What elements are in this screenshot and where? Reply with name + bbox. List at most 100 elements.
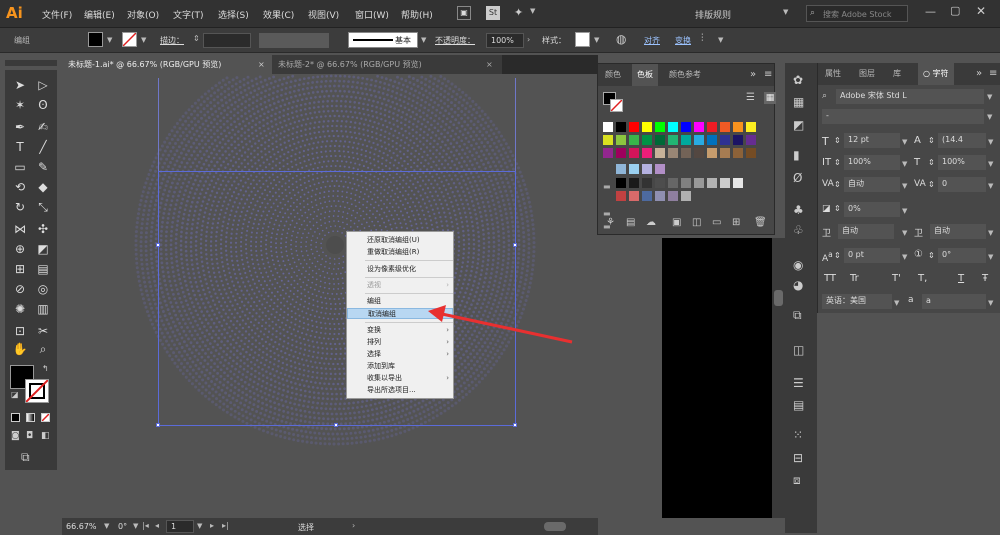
toolbar-grip[interactable]: [5, 60, 57, 66]
menu-type[interactable]: 文字(T): [173, 8, 204, 21]
aki-right-field[interactable]: 自动: [930, 224, 986, 239]
small-caps-button[interactable]: Tr: [850, 273, 859, 284]
swatch-kind-icon[interactable]: ▣: [672, 217, 681, 228]
color-swatch[interactable]: [733, 148, 743, 158]
rotation-value[interactable]: 0°: [118, 522, 127, 531]
close-icon[interactable]: ✕: [976, 4, 986, 18]
color-swatch[interactable]: [668, 122, 678, 132]
swatch-libraries-icon[interactable]: ⚘: [606, 217, 615, 228]
chevron-down-icon[interactable]: ▼: [894, 299, 899, 307]
color-swatch[interactable]: [629, 191, 639, 201]
chevron-down-icon[interactable]: ▼: [988, 299, 993, 307]
artboard-tool-icon[interactable]: ⊡: [11, 322, 29, 340]
live-paint-icon[interactable]: ◩: [34, 240, 52, 258]
stepper-icon[interactable]: ⇕: [834, 136, 841, 145]
symbols-clubs-icon[interactable]: ♧: [793, 223, 804, 237]
color-swatch[interactable]: [655, 122, 665, 132]
chevron-down-icon[interactable]: ▼: [104, 522, 109, 530]
swatches-panel-icon[interactable]: ▦: [793, 95, 804, 109]
color-swatch[interactable]: [694, 122, 704, 132]
recolor-icon[interactable]: ◍: [616, 32, 626, 46]
cloud-icon[interactable]: ☁: [646, 217, 656, 228]
line-tool-icon[interactable]: ╱: [34, 138, 52, 156]
dot-pattern-artwork[interactable]: [62, 74, 598, 518]
menu-effect[interactable]: 效果(C): [263, 8, 294, 21]
brush-definition[interactable]: 基本: [348, 32, 418, 48]
menu-item-add-to-library[interactable]: 添加到库: [347, 361, 453, 372]
all-caps-button[interactable]: TT: [824, 273, 836, 284]
color-swatch[interactable]: [746, 122, 756, 132]
close-tab-icon[interactable]: ×: [486, 55, 493, 74]
chevron-down-icon[interactable]: ▼: [902, 160, 907, 168]
menu-item-export-selection[interactable]: 导出所选项目...: [347, 385, 453, 396]
fill-swatch[interactable]: [88, 32, 103, 47]
new-swatch-icon[interactable]: ⊞: [732, 217, 740, 228]
color-swatch[interactable]: [655, 135, 665, 145]
superscript-button[interactable]: T': [892, 273, 901, 284]
swap-colors-icon[interactable]: ↰: [42, 364, 49, 373]
color-guide-icon[interactable]: ◩: [793, 118, 804, 132]
stepper-icon[interactable]: ⇕: [834, 204, 841, 213]
screen-mode-icon[interactable]: ⧉: [21, 450, 30, 465]
chevron-right-icon[interactable]: ›: [527, 35, 530, 44]
search-icon[interactable]: ⌕: [822, 91, 827, 101]
color-swatch[interactable]: [603, 148, 613, 158]
symbols-icon[interactable]: ♣: [793, 203, 804, 217]
menu-item-select[interactable]: 选择 ›: [347, 349, 453, 360]
tab-color-guide[interactable]: 颜色参考: [664, 64, 706, 86]
color-swatch[interactable]: [603, 122, 613, 132]
color-swatch[interactable]: [720, 178, 730, 188]
color-swatch[interactable]: [616, 135, 626, 145]
color-swatch[interactable]: [616, 191, 626, 201]
stroke-proxy[interactable]: [610, 99, 623, 112]
folder-icon[interactable]: ▬: [603, 182, 611, 191]
align-link[interactable]: 对齐: [644, 35, 660, 46]
next-artboard-icon[interactable]: ▸: [210, 521, 214, 530]
color-swatch[interactable]: [681, 135, 691, 145]
tab-color[interactable]: 颜色: [600, 64, 626, 86]
scale-tool-icon[interactable]: ⤡: [34, 198, 52, 216]
variable-width-profile[interactable]: [259, 33, 329, 48]
gradient-mode-icon[interactable]: [26, 413, 35, 422]
font-family-field[interactable]: Adobe 宋体 Std L: [836, 89, 984, 104]
color-swatch[interactable]: [746, 135, 756, 145]
paragraph-icon[interactable]: ☰: [793, 376, 804, 390]
chevron-down-icon[interactable]: ▼: [718, 36, 723, 44]
artboard-number[interactable]: 1: [166, 520, 194, 533]
stepper-icon[interactable]: ⇕: [928, 251, 935, 260]
width-tool-icon[interactable]: ⋈: [11, 220, 29, 238]
color-swatch[interactable]: [681, 122, 691, 132]
magic-wand-icon[interactable]: ✶: [11, 96, 29, 114]
stepper-icon[interactable]: ⇕: [834, 251, 841, 260]
chevron-down-icon[interactable]: ▼: [988, 160, 993, 168]
menu-object[interactable]: 对象(O): [127, 8, 159, 21]
color-panel-icon[interactable]: ✿: [793, 73, 803, 87]
color-swatch[interactable]: [681, 191, 691, 201]
collapse-panel-icon[interactable]: »: [750, 69, 756, 80]
color-swatch[interactable]: [694, 148, 704, 158]
stroke-swatch[interactable]: [122, 32, 137, 47]
chevron-down-icon[interactable]: ▼: [902, 207, 907, 215]
minimize-icon[interactable]: —: [925, 5, 936, 18]
tab-layers[interactable]: 图层: [854, 63, 880, 85]
color-swatch[interactable]: [720, 135, 730, 145]
graphic-styles-icon[interactable]: ◕: [793, 278, 803, 292]
stock-icon[interactable]: St: [486, 6, 500, 20]
color-swatch[interactable]: [616, 122, 626, 132]
underline-button[interactable]: T: [958, 273, 964, 284]
navigator-icon[interactable]: ◫: [793, 343, 804, 357]
tab-character[interactable]: ○ 字符: [918, 63, 954, 85]
stroke-panel-icon[interactable]: Ø: [793, 171, 802, 185]
direct-selection-tool-icon[interactable]: ▷: [34, 76, 52, 94]
vertical-scrollbar[interactable]: [772, 238, 785, 518]
chevron-down-icon[interactable]: ▼: [988, 138, 993, 146]
document-canvas[interactable]: [62, 74, 598, 518]
stepper-icon[interactable]: ⇕: [928, 180, 935, 189]
strikethrough-button[interactable]: Ŧ: [982, 273, 988, 284]
color-swatch[interactable]: [707, 178, 717, 188]
color-swatch[interactable]: [746, 148, 756, 158]
paintbrush-tool-icon[interactable]: ✎: [34, 158, 52, 176]
chevron-down-icon[interactable]: ▼: [421, 36, 426, 44]
tsume-field[interactable]: 0%: [844, 202, 900, 217]
brushes-icon[interactable]: ▮: [793, 148, 800, 162]
